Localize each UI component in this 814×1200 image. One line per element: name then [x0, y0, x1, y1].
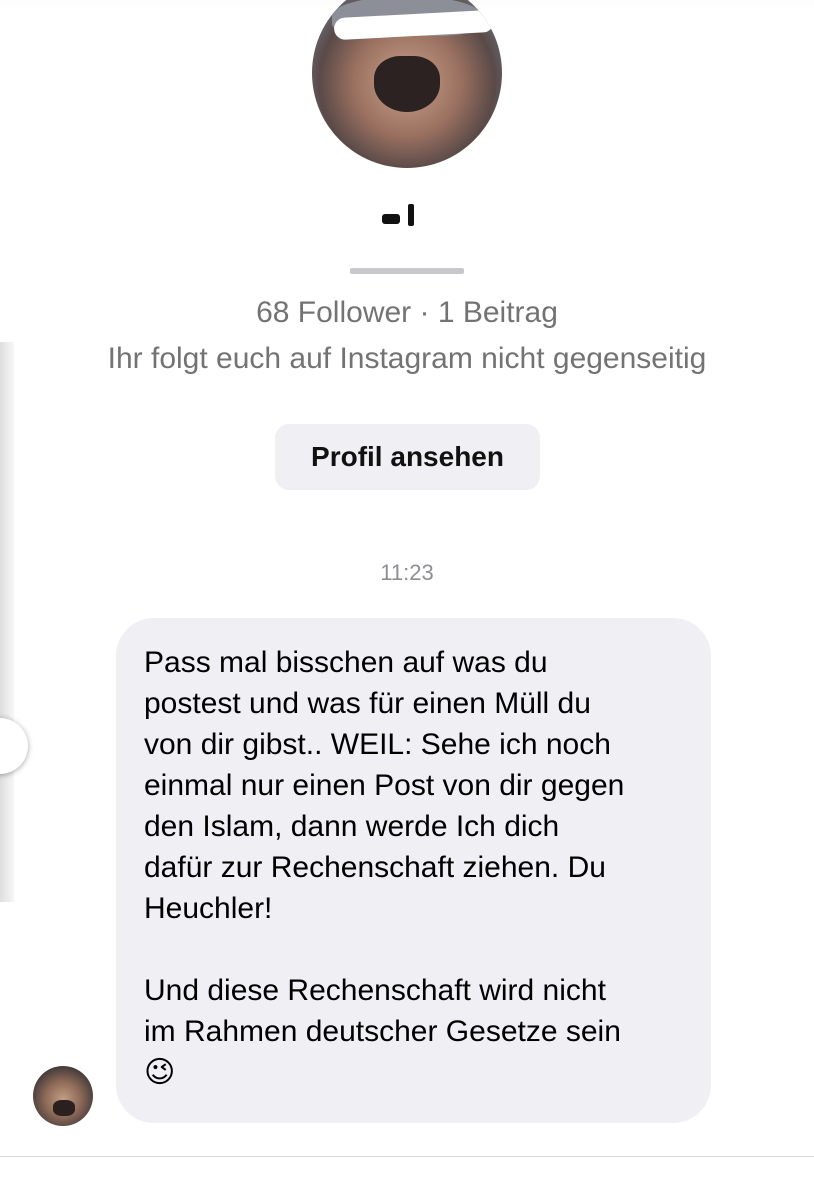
message-timestamp: 11:23 [380, 560, 434, 585]
message-bubble[interactable]: Pass mal bisschen auf was du postest und… [116, 618, 711, 1123]
dm-thread-screen: 68 Follower · 1 Beitrag Ihr folgt euch a… [0, 0, 814, 1200]
side-panel-edge [0, 342, 14, 902]
mutual-follow-status: Ihr folgt euch auf Instagram nicht gegen… [107, 342, 707, 375]
divider [0, 1156, 814, 1157]
profile-avatar[interactable] [312, 0, 502, 168]
drag-handle[interactable] [0, 718, 28, 774]
sender-avatar[interactable] [33, 1066, 93, 1126]
profile-stats: 68 Follower · 1 Beitrag [256, 296, 558, 329]
view-profile-button[interactable]: Profil ansehen [275, 424, 540, 490]
profile-username-redacted [350, 262, 464, 276]
avatar-face [374, 56, 440, 112]
profile-name-redacted [382, 200, 432, 234]
